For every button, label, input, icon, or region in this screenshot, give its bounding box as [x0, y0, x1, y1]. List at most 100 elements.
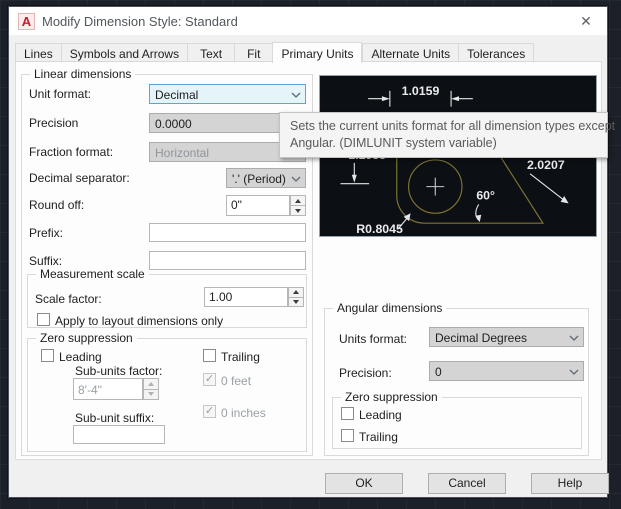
chevron-down-icon — [291, 92, 301, 98]
tab-alternate-units[interactable]: Alternate Units — [362, 43, 459, 62]
sub-units-spinner-down — [143, 389, 159, 400]
angular-zero-suppression-group-label: Zero suppression — [341, 390, 442, 404]
angular-precision-value: 0 — [435, 365, 442, 379]
zero-inches-checkbox: ✓ — [203, 405, 216, 418]
dialog-titlebar[interactable]: A Modify Dimension Style: Standard ✕ — [9, 7, 607, 35]
round-off-label: Round off: — [29, 198, 85, 212]
sub-units-spinner-up — [143, 378, 159, 390]
chevron-down-icon — [291, 176, 301, 182]
linear-dimensions-group-label: Linear dimensions — [30, 67, 136, 81]
spinner-down-icon — [295, 208, 301, 213]
chevron-down-icon — [569, 335, 579, 341]
tab-text[interactable]: Text — [187, 43, 235, 62]
tab-primary-units[interactable]: Primary Units — [272, 42, 363, 63]
leading-checkbox[interactable] — [41, 349, 54, 362]
apply-layout-label: Apply to layout dimensions only — [55, 314, 224, 328]
tooltip-line-2: Angular. (DIMLUNIT system variable) — [290, 136, 497, 150]
unit-format-label: Unit format: — [29, 87, 92, 101]
angular-units-format-select[interactable]: Decimal Degrees — [429, 327, 584, 347]
trailing-label: Trailing — [221, 350, 260, 364]
sub-units-factor-input: 8'-4" — [73, 378, 143, 400]
angular-leading-checkbox[interactable] — [341, 407, 354, 420]
scale-factor-spinner — [288, 287, 304, 307]
angular-trailing-checkbox[interactable] — [341, 429, 354, 442]
tooltip-line-1: Sets the current units format for all di… — [290, 119, 616, 133]
tab-symbols-and-arrows[interactable]: Symbols and Arrows — [60, 43, 188, 62]
autocad-logo-icon: A — [18, 13, 35, 30]
fraction-format-value: Horizontal — [155, 146, 210, 160]
autocad-canvas-background: A Modify Dimension Style: Standard ✕ Lin… — [0, 0, 621, 509]
preview-center-mark-icon — [426, 177, 445, 196]
zero-inches-label: 0 inches — [221, 406, 266, 420]
spinner-down-icon — [293, 299, 299, 304]
unit-format-tooltip: Sets the current units format for all di… — [279, 112, 616, 158]
apply-layout-checkbox[interactable] — [37, 313, 50, 326]
modify-dimension-style-dialog: A Modify Dimension Style: Standard ✕ Lin… — [8, 6, 616, 498]
scale-factor-spinner-down[interactable] — [288, 297, 304, 307]
angular-trailing-label: Trailing — [359, 430, 398, 444]
angular-leading-label: Leading — [359, 408, 402, 422]
sub-units-factor-value: 8'-4" — [78, 383, 102, 397]
unit-format-value: Decimal — [155, 88, 199, 102]
tab-lines[interactable]: Lines — [15, 43, 61, 62]
sub-units-factor-label: Sub-units factor: — [75, 364, 163, 378]
sub-unit-suffix-input[interactable] — [73, 425, 165, 444]
ok-button[interactable]: OK — [325, 473, 403, 494]
scale-factor-value: 1.00 — [209, 290, 233, 304]
zero-suppression-group-label: Zero suppression — [36, 331, 137, 345]
spinner-up-icon — [148, 381, 154, 386]
tab-bar: Lines Symbols and Arrows Text Fit Primar… — [15, 41, 535, 63]
zero-feet-checkbox: ✓ — [203, 373, 216, 386]
help-button[interactable]: Help — [531, 473, 609, 494]
unit-format-select[interactable]: Decimal — [149, 84, 306, 104]
spinner-up-icon — [293, 290, 299, 295]
spinner-down-icon — [148, 392, 154, 397]
preview-arrow-icon — [351, 174, 357, 183]
leading-label: Leading — [59, 350, 102, 364]
decimal-separator-label: Decimal separator: — [29, 171, 130, 185]
cancel-button[interactable]: Cancel — [428, 473, 506, 494]
zero-feet-label: 0 feet — [221, 374, 252, 388]
round-off-spinner — [290, 195, 306, 216]
dialog-title: Modify Dimension Style: Standard — [42, 14, 238, 29]
decimal-separator-value: '.' (Period) — [232, 172, 286, 186]
round-off-spinner-down[interactable] — [290, 206, 306, 216]
prefix-input[interactable] — [149, 223, 306, 242]
preview-dim-diagonal-text: 2.0207 — [527, 158, 565, 172]
precision-value: 0.0000 — [155, 117, 192, 131]
scale-factor-spinner-up[interactable] — [288, 287, 304, 298]
suffix-label: Suffix: — [29, 254, 63, 268]
preview-arrow-icon — [475, 214, 482, 223]
round-off-input[interactable]: 0" — [226, 195, 290, 216]
suffix-input[interactable] — [149, 251, 306, 270]
preview-arrow-icon — [560, 196, 569, 204]
decimal-separator-select[interactable]: '.' (Period) — [226, 168, 306, 188]
preview-dim-top-text: 1.0159 — [402, 84, 440, 98]
angular-units-format-label: Units format: — [339, 332, 408, 346]
preview-dim-diagonal-line — [529, 173, 566, 202]
spinner-up-icon — [295, 198, 301, 203]
preview-arrow-icon — [451, 96, 459, 102]
fraction-format-label: Fraction format: — [29, 145, 114, 159]
preview-radius-text: R0.8045 — [356, 222, 403, 236]
sub-unit-suffix-label: Sub-unit suffix: — [75, 411, 155, 425]
preview-arrow-icon — [381, 96, 390, 102]
round-off-spinner-up[interactable] — [290, 195, 306, 206]
prefix-label: Prefix: — [29, 226, 64, 240]
sub-units-factor-spinner — [143, 378, 159, 400]
angular-dimensions-group-label: Angular dimensions — [333, 301, 447, 315]
scale-factor-input[interactable]: 1.00 — [204, 287, 288, 307]
angular-precision-label: Precision: — [339, 366, 392, 380]
angular-precision-select[interactable]: 0 — [429, 361, 584, 381]
trailing-checkbox[interactable] — [203, 349, 216, 362]
measurement-scale-group-label: Measurement scale — [36, 267, 149, 281]
precision-label: Precision — [29, 116, 79, 130]
preview-angle-text: 60° — [476, 188, 495, 202]
angular-units-format-value: Decimal Degrees — [435, 331, 528, 345]
round-off-value: 0" — [231, 198, 242, 212]
close-icon[interactable]: ✕ — [575, 12, 597, 30]
tab-fit[interactable]: Fit — [234, 43, 273, 62]
chevron-down-icon — [569, 369, 579, 375]
tab-tolerances[interactable]: Tolerances — [458, 43, 535, 62]
scale-factor-label: Scale factor: — [35, 292, 102, 306]
